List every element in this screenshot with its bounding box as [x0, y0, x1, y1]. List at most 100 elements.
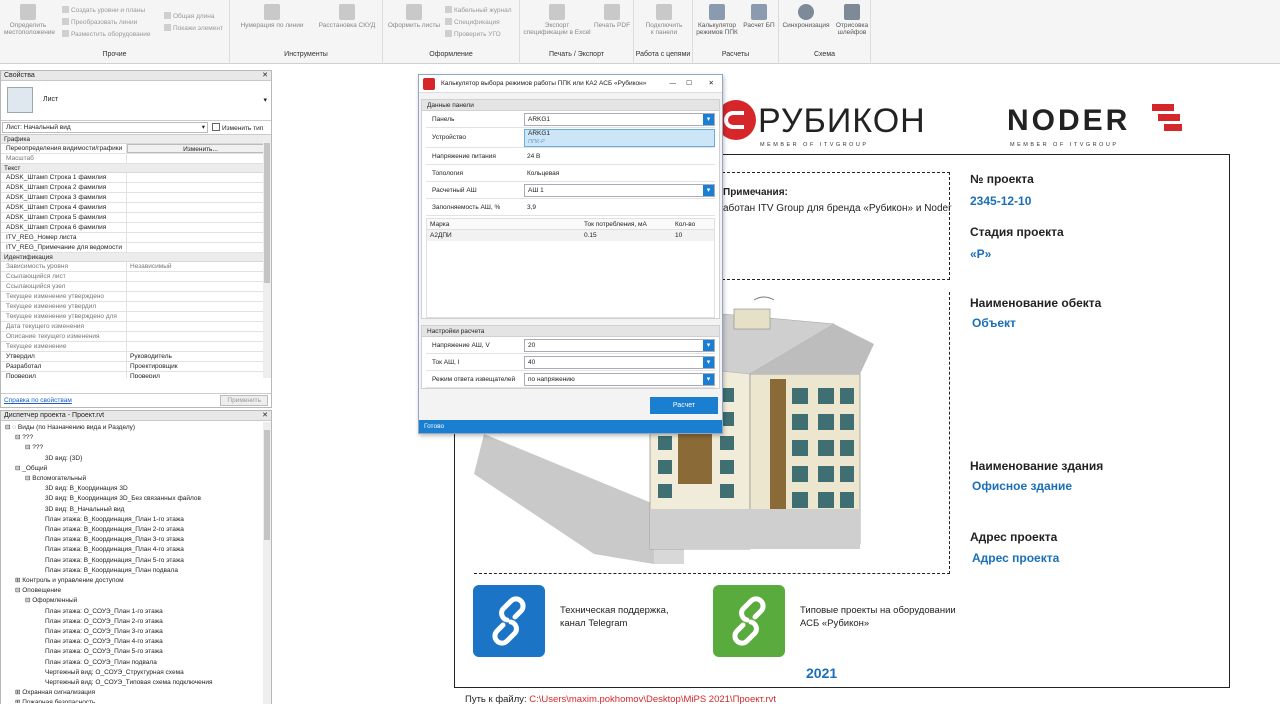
tree-item[interactable]: ⊟ ◌ Виды (по Назначению вида и Разделу)	[5, 423, 271, 433]
section-ident[interactable]: Идентификация	[1, 253, 271, 262]
panel-select[interactable]: ARKG1 ▾	[524, 112, 715, 126]
tree-item[interactable]: 3D вид: В_Начальный вид	[5, 505, 271, 515]
total-length-button[interactable]: Общая длина	[164, 12, 215, 20]
property-value-field[interactable]	[127, 282, 271, 291]
calc-ppk-button[interactable]: Калькулятор режимов ППК	[695, 4, 739, 36]
tree-item[interactable]: План этажа: О_СОУЭ_План 3-го этажа	[5, 627, 271, 637]
telegram-link-icon[interactable]	[473, 585, 545, 657]
cable-journal-button[interactable]: Кабельный журнал	[445, 6, 512, 14]
numbering-button[interactable]: Нумерация по линии	[234, 4, 310, 29]
property-value-field[interactable]	[127, 213, 271, 222]
voltage-ash-select[interactable]: 20 ▾	[524, 338, 715, 352]
tree-item[interactable]: Чертежный вид: О_СОУЭ_Структурная схема	[5, 668, 271, 678]
chevron-down-icon: ▾	[201, 124, 205, 131]
table-row[interactable]: А2ДПИ 0.15 10	[427, 230, 714, 241]
determine-location-button[interactable]: Определить местоположение	[4, 4, 55, 36]
tree-item[interactable]: ⊞ Пожарная безопасность	[5, 698, 271, 703]
property-value-field[interactable]	[127, 322, 271, 331]
tree-item[interactable]: План этажа: В_Координация_План 3-го этаж…	[5, 535, 271, 545]
place-equipment-button[interactable]: Разместить оборудование	[62, 30, 151, 38]
property-value-field[interactable]	[127, 243, 271, 252]
property-value-field[interactable]	[127, 302, 271, 311]
property-value-field[interactable]	[127, 183, 271, 192]
close-icon[interactable]: ✕	[262, 411, 268, 421]
property-value-field[interactable]	[127, 292, 271, 301]
overrides-edit-button[interactable]: Изменить...	[127, 144, 271, 153]
property-value-field[interactable]: Проектировщик	[127, 362, 271, 371]
section-graphics[interactable]: Графика	[1, 135, 271, 144]
tree-item[interactable]: ⊟ ???	[5, 433, 271, 443]
browser-scrollbar[interactable]	[263, 422, 271, 704]
property-row: ITV_REG_Номер листа	[1, 233, 271, 243]
property-value-field[interactable]: Руководитель	[127, 352, 271, 361]
property-value-field[interactable]	[127, 193, 271, 202]
maximize-icon[interactable]: ☐	[686, 75, 692, 93]
tree-item[interactable]: 3D вид: В_Координация 3D_Без связанных ф…	[5, 494, 271, 504]
connect-panels-button[interactable]: Подключить к панели	[638, 4, 690, 36]
create-levels-button[interactable]: Создать уровни и планы	[62, 6, 145, 14]
tree-item[interactable]: План этажа: О_СОУЭ_План 1-го этажа	[5, 607, 271, 617]
specification-button[interactable]: Спецификация	[445, 18, 500, 26]
calculate-button[interactable]: Расчет	[650, 397, 718, 414]
mode-select[interactable]: по напряжению ▾	[524, 372, 715, 386]
typical-projects-link-icon[interactable]	[713, 585, 785, 657]
tree-item[interactable]: 3D вид: {3D}	[5, 454, 271, 464]
tree-item[interactable]: ⊟ ???	[5, 443, 271, 453]
tree-item[interactable]: ⊟ Оформленный	[5, 596, 271, 606]
tree-item[interactable]: План этажа: В_Координация_План подвала	[5, 566, 271, 576]
tree-item[interactable]: План этажа: В_Координация_План 5-го этаж…	[5, 556, 271, 566]
property-value-field[interactable]	[127, 312, 271, 321]
properties-scrollbar[interactable]	[263, 135, 271, 378]
transform-lines-button[interactable]: Преобразовать линии	[62, 18, 137, 26]
help-link[interactable]: Справка по свойствам	[4, 397, 72, 404]
property-row: Разработал Проектировщик	[1, 362, 271, 372]
tree-item[interactable]: План этажа: О_СОУЭ_План 5-го этажа	[5, 647, 271, 657]
tree-item[interactable]: ⊟ _Общий	[5, 464, 271, 474]
print-pdf-button[interactable]: Печать PDF	[592, 4, 632, 29]
loop-row: Расчетный АШ АШ 1 ▾	[426, 182, 715, 199]
sync-button[interactable]: Синхронизация	[781, 4, 831, 29]
tree-item[interactable]: План этажа: О_СОУЭ_План подвала	[5, 658, 271, 668]
property-value-field[interactable]: Независимый	[127, 262, 271, 271]
property-value-field[interactable]	[127, 233, 271, 242]
property-value-field[interactable]	[127, 203, 271, 212]
tree-item[interactable]: ⊞ Контроль и управление доступом	[5, 576, 271, 586]
tree-item[interactable]: ⊟ Оповещение	[5, 586, 271, 596]
tree-item[interactable]: ⊞ Охранная сигнализация	[5, 688, 271, 698]
tree-item[interactable]: 3D вид: В_Координация 3D	[5, 484, 271, 494]
ribbon-group-label: Печать / Экспорт	[548, 51, 605, 58]
loop-select[interactable]: АШ 1 ▾	[524, 183, 715, 197]
tree-item[interactable]: Чертежный вид: О_СОУЭ_Типовая схема подк…	[5, 678, 271, 688]
skud-button[interactable]: Расстановка СКУД	[314, 4, 380, 29]
close-icon[interactable]: ✕	[709, 75, 714, 93]
edit-type-button[interactable]: Изменить тип	[209, 123, 271, 132]
property-value-field[interactable]	[127, 272, 271, 281]
instance-row: Лист: Начальный вид ▾ Изменить тип	[1, 121, 271, 135]
tree-item[interactable]: ⊟ Вспомогательный	[5, 474, 271, 484]
export-spec-button[interactable]: Экспорт спецификации в Excel	[522, 4, 592, 36]
dialog-title-bar[interactable]: Калькулятор выбора режимов работы ППК ил…	[419, 75, 722, 93]
tree-item[interactable]: План этажа: О_СОУЭ_План 4-го этажа	[5, 637, 271, 647]
format-sheets-button[interactable]: Оформить листы	[385, 4, 443, 29]
type-selector[interactable]: Лист ▾	[1, 81, 271, 121]
show-element-button[interactable]: Покажи элемент	[164, 24, 223, 32]
section-text[interactable]: Текст	[1, 164, 271, 173]
property-value-field[interactable]	[127, 332, 271, 341]
property-value-field[interactable]	[127, 342, 271, 351]
property-value-field[interactable]: Проверил	[127, 372, 271, 378]
device-option[interactable]: ARKG1 ППК-Р	[524, 128, 715, 147]
calc-bt-button[interactable]: Расчет БП	[741, 4, 777, 29]
draw-loops-button[interactable]: Отрисовка шлейфов	[833, 4, 871, 36]
tree-item[interactable]: План этажа: О_СОУЭ_План 2-го этажа	[5, 617, 271, 627]
instance-dropdown[interactable]: Лист: Начальный вид ▾	[2, 122, 208, 133]
check-ugo-button[interactable]: Проверить УГО	[445, 30, 501, 38]
minimize-icon[interactable]: —	[670, 75, 677, 93]
tree-item[interactable]: План этажа: В_Координация_План 1-го этаж…	[5, 515, 271, 525]
property-value-field[interactable]	[127, 173, 271, 182]
apply-button[interactable]: Применить	[220, 395, 268, 406]
property-value-field[interactable]	[127, 223, 271, 232]
close-icon[interactable]: ✕	[262, 71, 268, 81]
current-ash-select[interactable]: 40 ▾	[524, 355, 715, 369]
tree-item[interactable]: План этажа: В_Координация_План 2-го этаж…	[5, 525, 271, 535]
tree-item[interactable]: План этажа: В_Координация_План 4-го этаж…	[5, 545, 271, 555]
